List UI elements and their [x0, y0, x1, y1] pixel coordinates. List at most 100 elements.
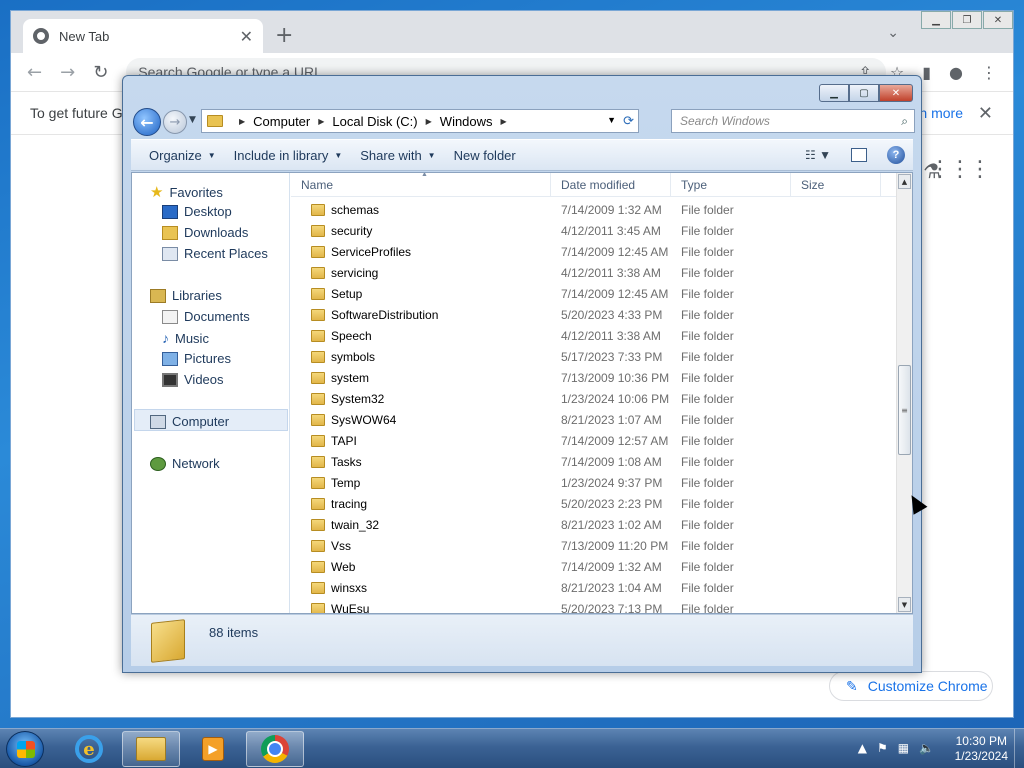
help-icon[interactable]: ?: [887, 146, 905, 164]
nav-recent-places[interactable]: Recent Places: [162, 246, 268, 261]
explorer-close-icon[interactable]: ✕: [879, 84, 913, 102]
search-icon[interactable]: ⌕: [901, 114, 908, 129]
network-tray-icon[interactable]: ▦: [898, 741, 909, 755]
scroll-thumb[interactable]: ≡: [898, 365, 911, 455]
table-row[interactable]: SoftwareDistribution 5/20/2023 4:33 PM Fil…: [291, 304, 899, 325]
nav-libraries[interactable]: Libraries: [150, 288, 222, 303]
table-row[interactable]: security 4/12/2011 3:45 AM File folder: [291, 220, 899, 241]
table-row[interactable]: servicing 4/12/2011 3:38 AM File folder: [291, 262, 899, 283]
infobar-learn-more-link[interactable]: n more: [919, 105, 963, 121]
table-row[interactable]: Tasks 7/14/2009 1:08 AM File folder: [291, 451, 899, 472]
back-arrow-icon[interactable]: ←: [27, 62, 42, 83]
chrome-minimize-icon[interactable]: ▁: [921, 11, 951, 29]
explorer-maximize-icon[interactable]: ▢: [849, 84, 879, 102]
breadcrumb-computer[interactable]: Computer ▶: [253, 114, 332, 129]
nav-favorites[interactable]: ★ Favorites: [150, 183, 223, 201]
tab-search-chevron-icon[interactable]: ⌄: [887, 25, 899, 41]
customize-chrome-button[interactable]: ✎ Customize Chrome: [829, 671, 993, 701]
forward-arrow-icon[interactable]: →: [60, 62, 75, 83]
side-panel-icon[interactable]: ▮: [922, 63, 931, 82]
chrome-tab-new-tab[interactable]: New Tab ✕: [23, 19, 263, 53]
table-row[interactable]: Vss 7/13/2009 11:20 PM File folder: [291, 535, 899, 556]
nav-pictures[interactable]: Pictures: [162, 351, 231, 366]
forward-button-icon[interactable]: →: [163, 110, 187, 134]
folder-icon: [311, 308, 325, 321]
table-row[interactable]: WuEsu 5/20/2023 7:13 PM File folder: [291, 598, 899, 613]
table-row[interactable]: tracing 5/20/2023 2:23 PM File folder: [291, 493, 899, 514]
nav-computer[interactable]: Computer: [150, 414, 229, 429]
table-row[interactable]: Speech 4/12/2011 3:38 AM File folder: [291, 325, 899, 346]
chrome-icon: [261, 735, 289, 763]
table-row[interactable]: symbols 5/17/2023 7:33 PM File folder: [291, 346, 899, 367]
show-hidden-icons-icon[interactable]: ▲: [858, 741, 867, 755]
breadcrumb-root-arrow[interactable]: ▶: [231, 117, 253, 126]
file-rows: schemas 7/14/2009 1:32 AM File folder secu…: [291, 199, 899, 613]
taskbar-internet-explorer[interactable]: e: [60, 731, 118, 767]
table-row[interactable]: Web 7/14/2009 1:32 AM File folder: [291, 556, 899, 577]
explorer-titlebar[interactable]: ▁ ▢ ✕: [123, 76, 921, 106]
explorer-minimize-icon[interactable]: ▁: [819, 84, 849, 102]
table-row[interactable]: System32 1/23/2024 10:06 PM File folder: [291, 388, 899, 409]
infobar-close-icon[interactable]: ✕: [978, 103, 993, 124]
address-dropdown-icon[interactable]: ▼: [607, 115, 616, 125]
table-row[interactable]: SysWOW64 8/21/2023 1:07 AM File folder: [291, 409, 899, 430]
column-header-date-modified[interactable]: Date modified: [551, 173, 671, 196]
start-button[interactable]: [6, 731, 44, 767]
clock-date: 1/23/2024: [954, 749, 1008, 763]
table-row[interactable]: twain_32 8/21/2023 1:02 AM File folder: [291, 514, 899, 535]
table-row[interactable]: ServiceProfiles 7/14/2009 12:45 AM File fo…: [291, 241, 899, 262]
nav-downloads[interactable]: Downloads: [162, 225, 248, 240]
folder-icon: [311, 581, 325, 594]
reload-icon[interactable]: ↻: [93, 62, 108, 83]
tab-close-icon[interactable]: ✕: [240, 27, 253, 46]
back-button-icon[interactable]: ←: [133, 108, 161, 136]
search-input[interactable]: Search Windows ⌕: [671, 109, 915, 133]
nav-documents[interactable]: Documents: [162, 309, 250, 324]
taskbar-chrome[interactable]: [246, 731, 304, 767]
infobar-text: To get future Go: [30, 105, 131, 121]
organize-button[interactable]: Organize ▼: [149, 148, 216, 163]
refresh-icon[interactable]: ⟳: [623, 113, 634, 129]
table-row[interactable]: schemas 7/14/2009 1:32 AM File folder: [291, 199, 899, 220]
nav-music[interactable]: ♪ Music: [162, 330, 209, 346]
taskbar-clock[interactable]: 10:30 PM 1/23/2024: [955, 734, 1008, 764]
nav-videos[interactable]: Videos: [162, 372, 224, 387]
include-in-library-button[interactable]: Include in library ▼: [234, 148, 343, 163]
column-header-type[interactable]: Type: [671, 173, 791, 196]
breadcrumb-local-disk[interactable]: Local Disk (C:) ▶: [332, 114, 439, 129]
share-with-button[interactable]: Share with ▼: [360, 148, 435, 163]
address-bar[interactable]: ▶ Computer ▶ Local Disk (C:) ▶ Windows ▶ ▼ …: [201, 109, 639, 133]
system-tray: ▲ ⚑ ▦ 🔈: [858, 741, 934, 755]
file-list-scrollbar[interactable]: ▲ ≡ ▼: [896, 173, 912, 613]
nav-network[interactable]: Network: [150, 456, 220, 471]
breadcrumb-windows[interactable]: Windows ▶: [440, 114, 515, 129]
nav-desktop[interactable]: Desktop: [162, 204, 232, 219]
recent-pages-dropdown-icon[interactable]: ▼: [189, 115, 196, 125]
table-row[interactable]: Temp 1/23/2024 9:37 PM File folder: [291, 472, 899, 493]
action-center-flag-icon[interactable]: ⚑: [877, 741, 888, 755]
volume-muted-icon[interactable]: 🔈: [919, 741, 934, 755]
folder-icon: [311, 497, 325, 510]
scroll-up-arrow-icon[interactable]: ▲: [898, 174, 911, 189]
new-tab-button[interactable]: +: [275, 23, 293, 48]
column-header-name[interactable]: Name ▲: [291, 173, 551, 196]
folder-icon: [311, 266, 325, 279]
show-desktop-button[interactable]: [1014, 729, 1024, 768]
taskbar-file-explorer[interactable]: [122, 731, 180, 767]
chrome-restore-icon[interactable]: ❐: [952, 11, 982, 29]
chrome-menu-icon[interactable]: ⋮: [981, 63, 997, 82]
change-view-icon[interactable]: ☷ ▼: [805, 148, 831, 162]
new-folder-button[interactable]: New folder: [454, 148, 516, 163]
column-header-size[interactable]: Size: [791, 173, 881, 196]
google-apps-grid-icon[interactable]: ⋮⋮⋮: [929, 157, 991, 182]
preview-pane-icon[interactable]: [851, 148, 867, 162]
table-row[interactable]: system 7/13/2009 10:36 PM File folder: [291, 367, 899, 388]
taskbar-media-player[interactable]: ▶: [184, 731, 242, 767]
file-explorer-icon: [136, 737, 166, 761]
table-row[interactable]: winsxs 8/21/2023 1:04 AM File folder: [291, 577, 899, 598]
scroll-down-arrow-icon[interactable]: ▼: [898, 597, 911, 612]
profile-avatar-icon[interactable]: ●: [949, 63, 963, 82]
table-row[interactable]: TAPI 7/14/2009 12:57 AM File folder: [291, 430, 899, 451]
table-row[interactable]: Setup 7/14/2009 12:45 AM File folder: [291, 283, 899, 304]
chrome-close-icon[interactable]: ✕: [983, 11, 1013, 29]
